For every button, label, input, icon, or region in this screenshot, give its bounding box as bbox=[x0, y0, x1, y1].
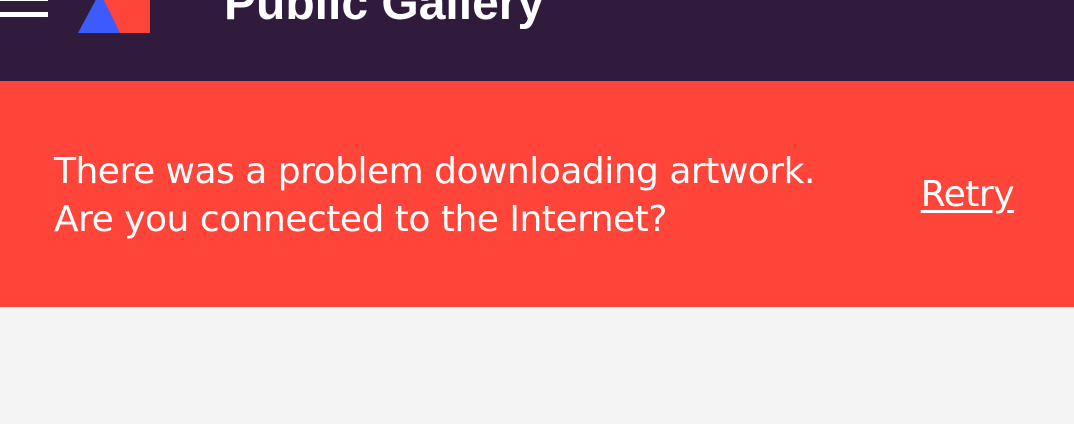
hamburger-menu-icon[interactable] bbox=[0, 0, 48, 22]
app-logo-icon bbox=[78, 0, 150, 33]
error-message: There was a problem downloading artwork.… bbox=[54, 148, 894, 244]
error-message-line: There was a problem downloading artwork. bbox=[54, 151, 815, 192]
error-banner: There was a problem downloading artwork.… bbox=[0, 81, 1074, 307]
retry-button[interactable]: Retry bbox=[921, 173, 1015, 217]
menu-bar bbox=[0, 0, 48, 1]
error-message-line: Are you connected to the Internet? bbox=[54, 199, 667, 240]
app-screen: Public Gallery There was a problem downl… bbox=[0, 0, 1074, 424]
content-area bbox=[0, 307, 1074, 424]
menu-bar bbox=[0, 12, 48, 17]
page-title: Public Gallery bbox=[224, 0, 545, 30]
toolbar: Public Gallery bbox=[0, 0, 1074, 81]
